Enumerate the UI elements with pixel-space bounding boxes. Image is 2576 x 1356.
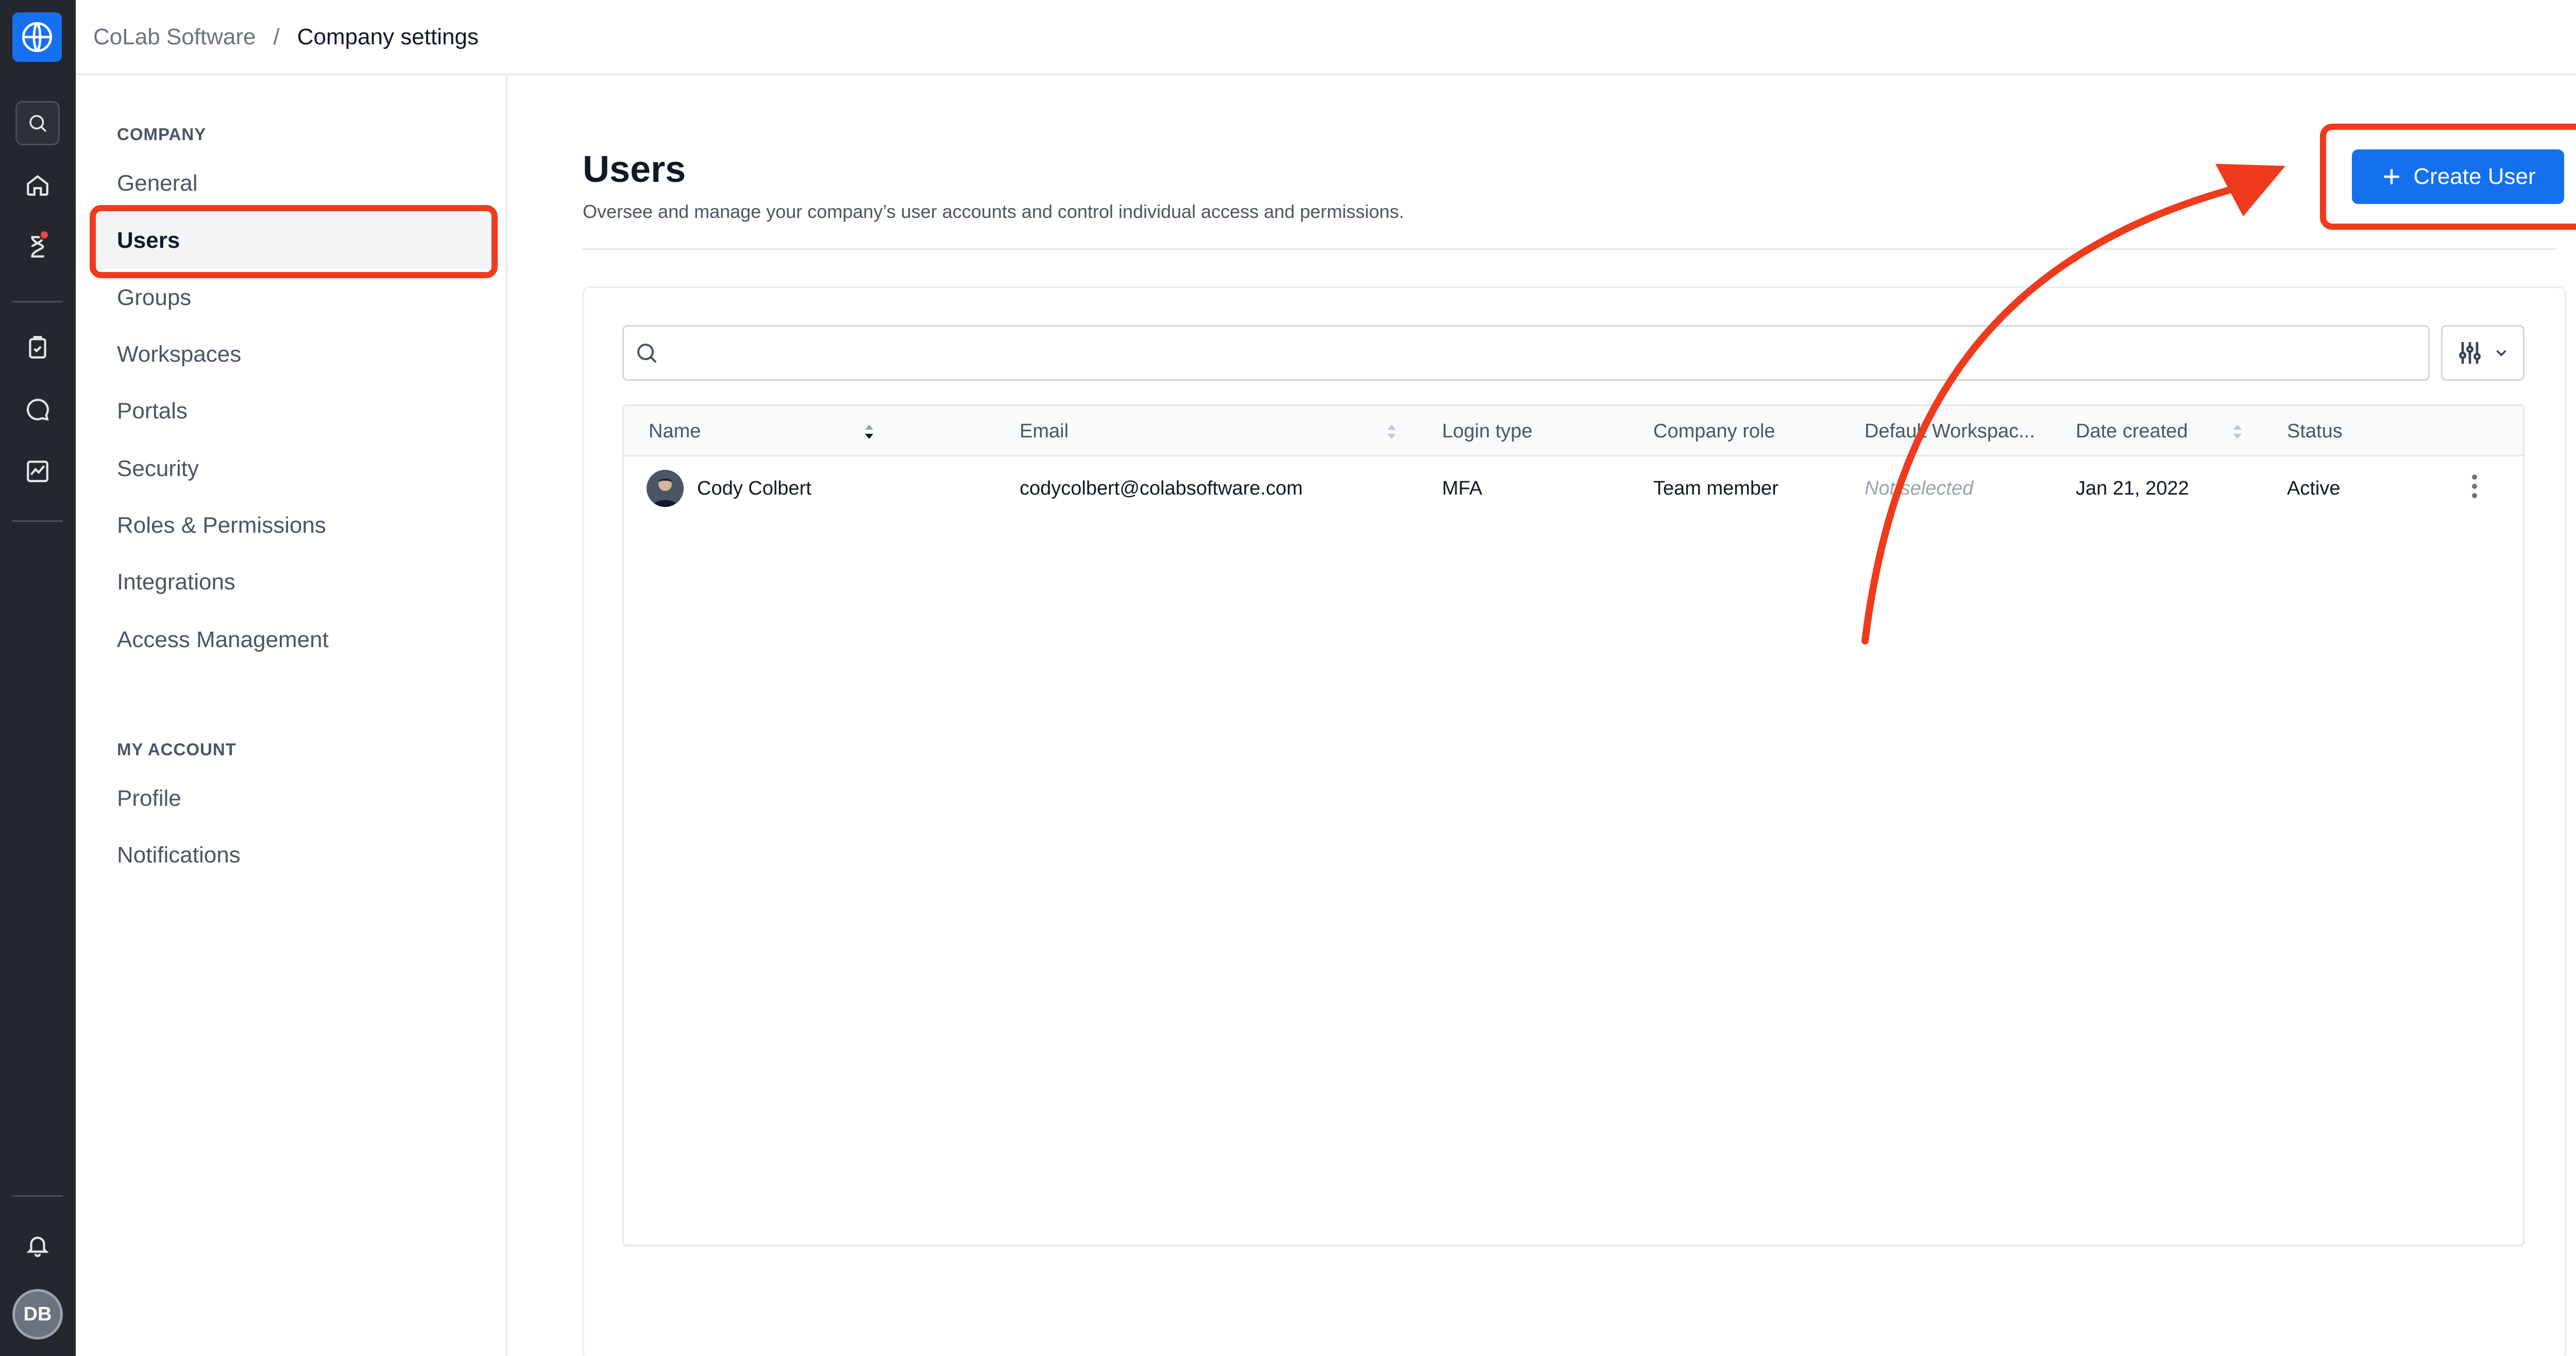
user-avatar[interactable]: DB: [12, 1289, 63, 1340]
table-header: Name Email Login type Company role Defau…: [624, 406, 2523, 456]
sidebar-item-general[interactable]: General: [117, 168, 198, 199]
column-header-status[interactable]: Status: [2287, 406, 2343, 456]
sidebar-item-roles-permissions[interactable]: Roles & Permissions: [117, 510, 326, 541]
search-field[interactable]: [622, 325, 2430, 381]
breadcrumb: CoLab Software / Company settings: [76, 0, 2576, 75]
chart-icon[interactable]: [15, 449, 60, 494]
breadcrumb-org[interactable]: CoLab Software: [93, 24, 256, 50]
rail-divider: [12, 520, 63, 522]
sidebar-item-security[interactable]: Security: [117, 453, 199, 484]
cell-status: Active: [2287, 478, 2341, 499]
column-header-default-workspace[interactable]: Default Workspac...: [1865, 406, 2035, 456]
column-header-company-role[interactable]: Company role: [1653, 406, 1775, 456]
sidebar-heading-company: COMPANY: [117, 125, 207, 144]
app-rail: DB: [0, 0, 76, 1356]
users-card: Name Email Login type Company role Defau…: [583, 286, 2566, 1356]
sidebar-item-access-management[interactable]: Access Management: [117, 624, 329, 655]
clipboard-check-icon[interactable]: [15, 326, 60, 370]
annotation-highlight-users: [90, 205, 498, 278]
sidebar-item-portals[interactable]: Portals: [117, 396, 188, 427]
row-actions-menu-icon[interactable]: [2464, 471, 2485, 502]
search-input[interactable]: [667, 330, 2428, 376]
column-header-date-created[interactable]: Date created: [2076, 406, 2188, 456]
divider: [583, 248, 2556, 250]
main-content: Users Oversee and manage your company’s …: [507, 75, 2576, 1356]
users-table: Name Email Login type Company role Defau…: [622, 404, 2524, 1246]
annotation-highlight-create-user: [2320, 124, 2576, 230]
cell-name[interactable]: Cody Colbert: [697, 473, 811, 504]
cell-email: codycolbert@colabsoftware.com: [1020, 478, 1303, 499]
sliders-icon: [2459, 342, 2481, 364]
user-photo-avatar: [647, 470, 684, 507]
rail-divider: [12, 301, 63, 302]
sidebar-heading-my-account: MY ACCOUNT: [117, 740, 236, 759]
search-icon: [637, 344, 657, 363]
chevron-down-icon: [2496, 350, 2506, 357]
breadcrumb-separator: /: [273, 24, 280, 49]
chat-icon[interactable]: [15, 387, 60, 432]
page-description: Oversee and manage your company’s user a…: [583, 201, 1404, 222]
hourglass-icon[interactable]: [15, 225, 60, 269]
breadcrumb-current: Company settings: [297, 24, 479, 49]
sidebar-item-notifications[interactable]: Notifications: [117, 840, 241, 871]
globe-icon[interactable]: [12, 12, 62, 62]
rail-divider: [12, 1195, 63, 1197]
sort-icon[interactable]: [2232, 421, 2243, 442]
sort-active-icon[interactable]: [864, 421, 874, 442]
bell-icon[interactable]: [15, 1223, 60, 1267]
home-icon[interactable]: [15, 163, 60, 207]
page-title: Users: [583, 149, 686, 190]
sort-icon[interactable]: [1386, 421, 1397, 442]
cell-default-workspace: Not selected: [1865, 478, 1974, 499]
cell-company-role: Team member: [1653, 478, 1778, 499]
sidebar-item-profile[interactable]: Profile: [117, 783, 181, 814]
cell-date-created: Jan 21, 2022: [2076, 478, 2189, 499]
column-header-login-type[interactable]: Login type: [1442, 406, 1532, 456]
sidebar-item-workspaces[interactable]: Workspaces: [117, 339, 241, 370]
sidebar-item-groups[interactable]: Groups: [117, 282, 191, 313]
sidebar-item-integrations[interactable]: Integrations: [117, 567, 235, 598]
column-header-email[interactable]: Email: [1020, 406, 1069, 456]
user-initials: DB: [23, 1303, 52, 1325]
column-header-name[interactable]: Name: [649, 406, 701, 456]
search-icon[interactable]: [15, 101, 60, 145]
cell-login-type: MFA: [1442, 478, 1483, 499]
filter-button[interactable]: [2441, 325, 2524, 381]
notification-dot: [39, 230, 49, 240]
